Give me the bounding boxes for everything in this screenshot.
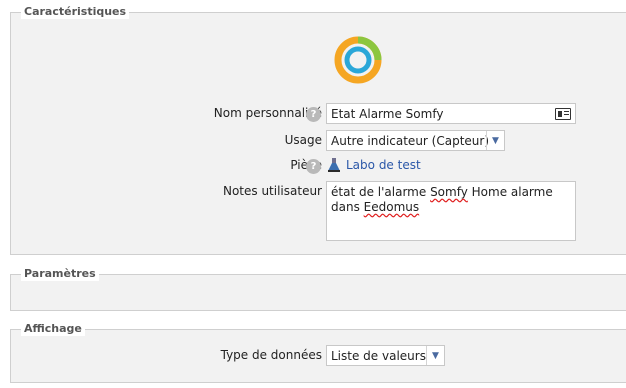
help-icon[interactable]: ? — [306, 107, 321, 122]
type-label: Type de données — [220, 348, 322, 362]
usage-select[interactable]: Autre indicateur (Capteur) ▼ — [326, 130, 505, 151]
parametres-legend: Paramètres — [21, 267, 99, 281]
piece-link[interactable]: Labo de test — [346, 158, 421, 172]
nom-input[interactable]: Etat Alarme Somfy — [326, 103, 576, 124]
notes-textarea[interactable]: état de l'alarme Somfy Home alarme dans … — [326, 181, 576, 241]
parametres-section: Paramètres — [10, 267, 626, 311]
room-flask-icon — [326, 157, 342, 173]
affichage-legend: Affichage — [21, 322, 85, 336]
type-value: Liste de valeurs — [331, 349, 426, 363]
device-status-ring-icon — [333, 35, 383, 85]
chevron-down-icon[interactable]: ▼ — [426, 346, 444, 365]
contact-card-icon[interactable] — [555, 108, 571, 120]
notes-label: Notes utilisateur — [222, 184, 322, 198]
usage-label: Usage — [284, 133, 322, 147]
usage-value: Autre indicateur (Capteur) — [331, 134, 490, 148]
chevron-down-icon[interactable]: ▼ — [486, 131, 504, 150]
help-icon[interactable]: ? — [306, 159, 321, 174]
type-select[interactable]: Liste de valeurs ▼ — [326, 345, 445, 366]
caracteristiques-legend: Caractéristiques — [21, 5, 130, 19]
nom-value: Etat Alarme Somfy — [331, 107, 444, 121]
